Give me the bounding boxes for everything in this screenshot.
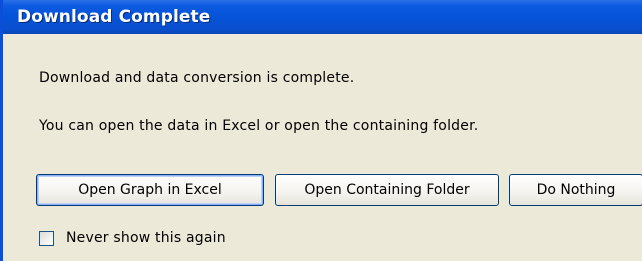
open-containing-folder-button[interactable]: Open Containing Folder xyxy=(275,174,499,206)
never-show-again-option[interactable]: Never show this again xyxy=(39,226,226,250)
title-bar[interactable]: Download Complete xyxy=(3,0,642,34)
open-graph-in-excel-button[interactable]: Open Graph in Excel xyxy=(36,174,264,206)
never-show-again-label[interactable]: Never show this again xyxy=(66,230,226,246)
download-complete-dialog: Download Complete Download and data conv… xyxy=(0,0,642,261)
message-line-1: Download and data conversion is complete… xyxy=(39,70,355,86)
do-nothing-button[interactable]: Do Nothing xyxy=(509,174,642,206)
message-line-2: You can open the data in Excel or open t… xyxy=(39,118,479,134)
window-title: Download Complete xyxy=(17,7,211,27)
never-show-again-checkbox[interactable] xyxy=(39,230,54,246)
